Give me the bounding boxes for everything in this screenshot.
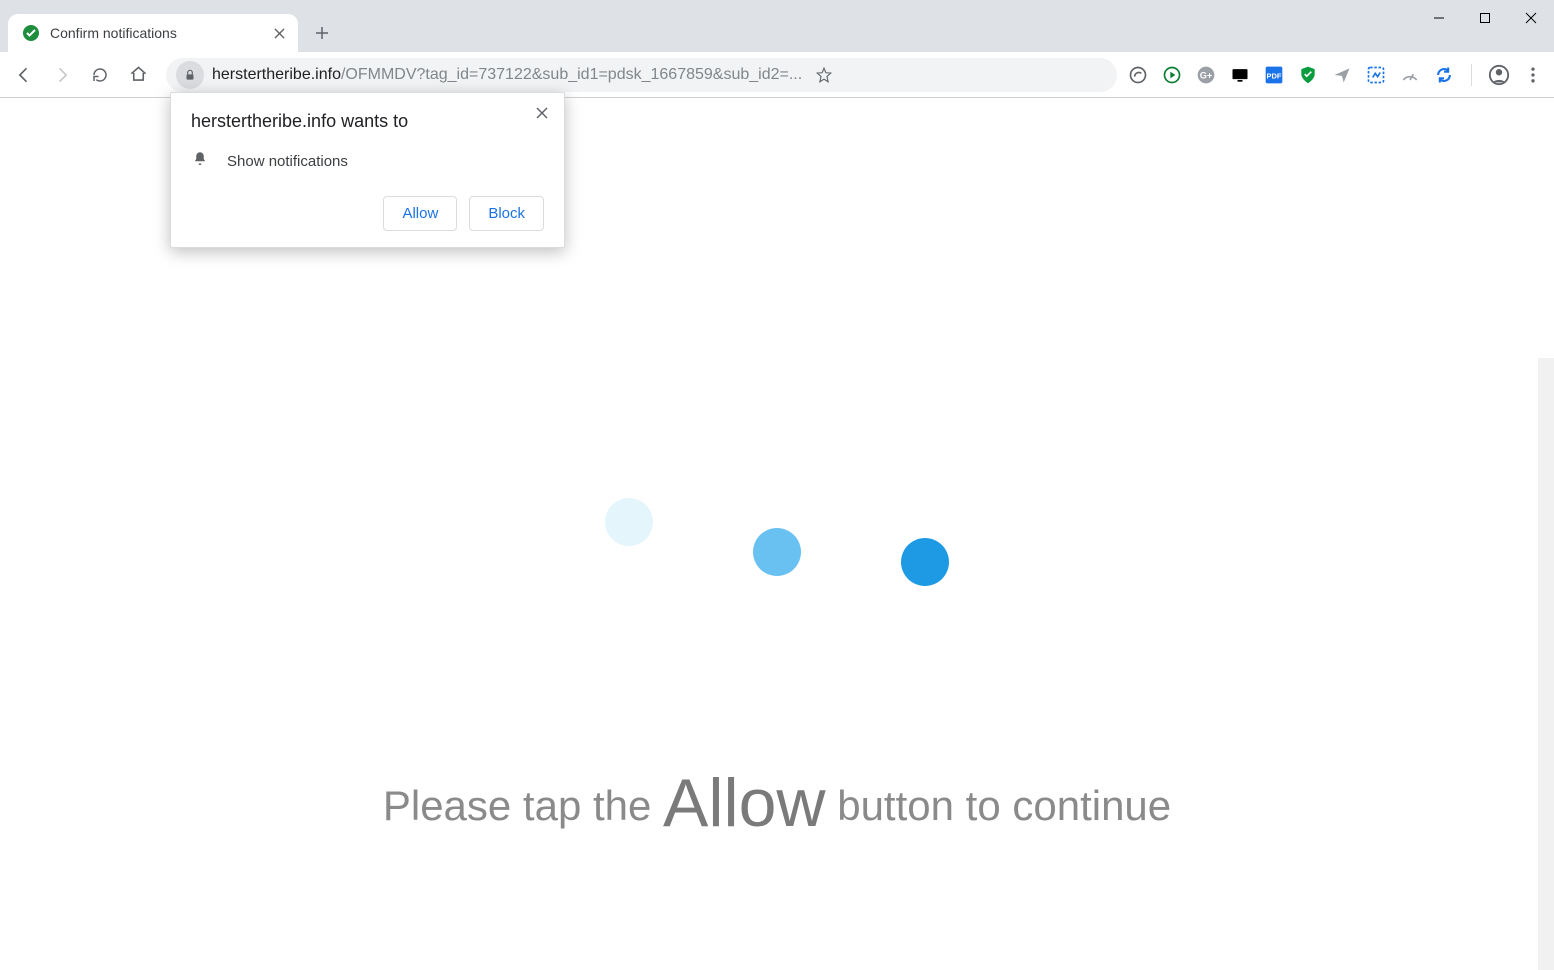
close-window-button[interactable]: [1508, 0, 1554, 36]
ext-sync-icon[interactable]: [1433, 64, 1455, 86]
svg-text:PDF: PDF: [1267, 71, 1282, 80]
cta-text: Please tap the Allow button to continue: [383, 758, 1171, 836]
ext-gplus-icon[interactable]: G+: [1195, 64, 1217, 86]
dialog-title: herstertheribe.info wants to: [191, 111, 544, 132]
new-tab-button[interactable]: [306, 17, 338, 49]
ext-play-icon[interactable]: [1161, 64, 1183, 86]
dialog-request-text: Show notifications: [227, 153, 348, 170]
url-host: herstertheribe.info: [212, 66, 341, 83]
ext-dashlane-icon[interactable]: [1127, 64, 1149, 86]
cta-before: Please tap the: [383, 782, 663, 829]
url-display: herstertheribe.info/OFMMDV?tag_id=737122…: [212, 66, 802, 84]
tab-title: Confirm notifications: [50, 25, 260, 41]
close-tab-button[interactable]: [270, 24, 288, 42]
kebab-menu-icon[interactable]: [1522, 64, 1544, 86]
site-info-lock-icon[interactable]: [176, 61, 204, 89]
cta-after: button to continue: [826, 782, 1172, 829]
minimize-button[interactable]: [1416, 0, 1462, 36]
loader-dots: [605, 528, 949, 576]
scrollbar[interactable]: [1538, 358, 1554, 970]
extensions-row: G+ PDF: [1127, 64, 1548, 86]
allow-button[interactable]: Allow: [383, 196, 457, 231]
cta-emphasis: Allow: [663, 765, 826, 841]
reload-button[interactable]: [82, 57, 118, 93]
url-path: /OFMMDV?tag_id=737122&sub_id1=pdsk_16678…: [341, 66, 802, 83]
ext-shield-icon[interactable]: [1297, 64, 1319, 86]
home-button[interactable]: [120, 57, 156, 93]
ext-pdf-icon[interactable]: PDF: [1263, 64, 1285, 86]
tabstrip: Confirm notifications: [0, 0, 1554, 52]
ext-monitor-icon[interactable]: [1229, 64, 1251, 86]
ext-gauge-icon[interactable]: [1399, 64, 1421, 86]
tab-confirm-notifications[interactable]: Confirm notifications: [8, 14, 298, 52]
profile-avatar-icon[interactable]: [1488, 64, 1510, 86]
maximize-button[interactable]: [1462, 0, 1508, 36]
back-button[interactable]: [6, 57, 42, 93]
bell-icon: [191, 150, 209, 172]
omnibox[interactable]: herstertheribe.info/OFMMDV?tag_id=737122…: [166, 58, 1117, 92]
ext-paperplane-icon[interactable]: [1331, 64, 1353, 86]
check-circle-icon: [22, 24, 40, 42]
svg-text:G+: G+: [1200, 70, 1212, 80]
forward-button[interactable]: [44, 57, 80, 93]
ext-clip-icon[interactable]: [1365, 64, 1387, 86]
bookmark-star-icon[interactable]: [810, 61, 838, 89]
toolbar-divider: [1471, 64, 1472, 86]
loader-dot-3: [901, 538, 949, 586]
block-button[interactable]: Block: [469, 196, 544, 231]
close-dialog-button[interactable]: [530, 101, 554, 125]
notification-permission-dialog: herstertheribe.info wants to Show notifi…: [170, 92, 565, 248]
loader-dot-2: [753, 528, 801, 576]
loader-dot-1: [605, 498, 653, 546]
window-controls: [1416, 0, 1554, 36]
